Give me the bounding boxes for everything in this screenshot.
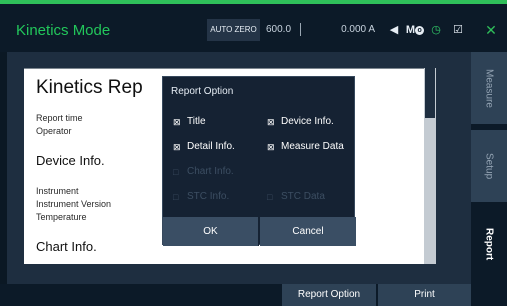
option-label: Measure Data [281, 141, 344, 152]
tab-label: Measure [483, 68, 495, 108]
option-stc-data: □ STC Data [267, 191, 325, 202]
print-button[interactable]: Print [378, 284, 471, 306]
option-device-info[interactable]: ⊠ Device Info. [267, 116, 334, 127]
tab-setup[interactable]: Setup [471, 130, 507, 202]
checkbox-unchecked-icon: □ [173, 192, 179, 202]
side-nav: Measure Setup Report [471, 52, 507, 284]
scrollbar-thumb[interactable] [425, 68, 435, 118]
option-label: Detail Info. [187, 141, 235, 152]
wavelength-readout: 600.0 [266, 24, 292, 35]
checkbox-checked-icon: ⊠ [267, 117, 275, 127]
option-detail-info[interactable]: ⊠ Detail Info. [173, 141, 235, 152]
tab-measure[interactable]: Measure [471, 52, 507, 124]
temperature-label: Temperature [36, 212, 87, 222]
dialog-title: Report Option [171, 86, 234, 97]
checkbox-unchecked-icon: □ [267, 192, 273, 202]
checkbox-checked-icon: ⊠ [173, 142, 181, 152]
tab-label: Setup [483, 152, 495, 180]
option-label: STC Info. [187, 191, 230, 202]
ok-button[interactable]: OK [163, 217, 259, 246]
app-window: Kinetics Mode AUTO ZERO 600.0 0.000 A ◀ … [0, 0, 507, 306]
report-option-dialog: Report Option ⊠ Title ⊠ Device Info. ⊠ Deta… [162, 76, 356, 246]
mo-icon-badge: o [415, 25, 425, 35]
chart-info-heading: Chart Info. [36, 239, 97, 254]
instrument-label: Instrument [36, 186, 79, 196]
cancel-button[interactable]: Cancel [260, 217, 356, 246]
report-title: Kinetics Rep [36, 77, 143, 98]
tab-report[interactable]: Report [471, 208, 507, 280]
option-label: Title [187, 116, 206, 127]
option-chart-info: □ Chart Info. [173, 166, 234, 177]
absorbance-readout: 0.000 A [341, 24, 375, 35]
option-label: Chart Info. [187, 166, 234, 177]
checkbox-checked-icon: ⊠ [173, 117, 181, 127]
instrument-version-label: Instrument Version [36, 199, 112, 209]
mo-icon-letter: M [405, 24, 416, 36]
option-label: Device Info. [281, 116, 334, 127]
mo-icon[interactable]: Mo [404, 19, 426, 41]
tab-label: Report [483, 227, 495, 261]
device-info-heading: Device Info. [36, 153, 105, 168]
option-title[interactable]: ⊠ Title [173, 116, 206, 127]
power-icon[interactable]: ◷ [430, 19, 442, 41]
readout-separator [300, 23, 301, 36]
speaker-icon[interactable]: ◀ [388, 19, 400, 41]
report-option-button[interactable]: Report Option [282, 284, 376, 306]
checkbox-checked-icon: ⊠ [267, 142, 275, 152]
app-title: Kinetics Mode [16, 22, 111, 39]
operator-label: Operator [36, 126, 72, 136]
checkbox-unchecked-icon: □ [173, 167, 179, 177]
option-measure-data[interactable]: ⊠ Measure Data [267, 141, 344, 152]
option-label: STC Data [281, 191, 325, 202]
auto-zero-button[interactable]: AUTO ZERO [207, 19, 260, 41]
edit-icon[interactable]: ☑ [451, 19, 465, 41]
option-stc-info: □ STC Info. [173, 191, 229, 202]
report-time-label: Report time [36, 113, 83, 123]
close-icon[interactable]: ✕ [484, 19, 498, 41]
report-scrollbar[interactable] [424, 68, 436, 264]
